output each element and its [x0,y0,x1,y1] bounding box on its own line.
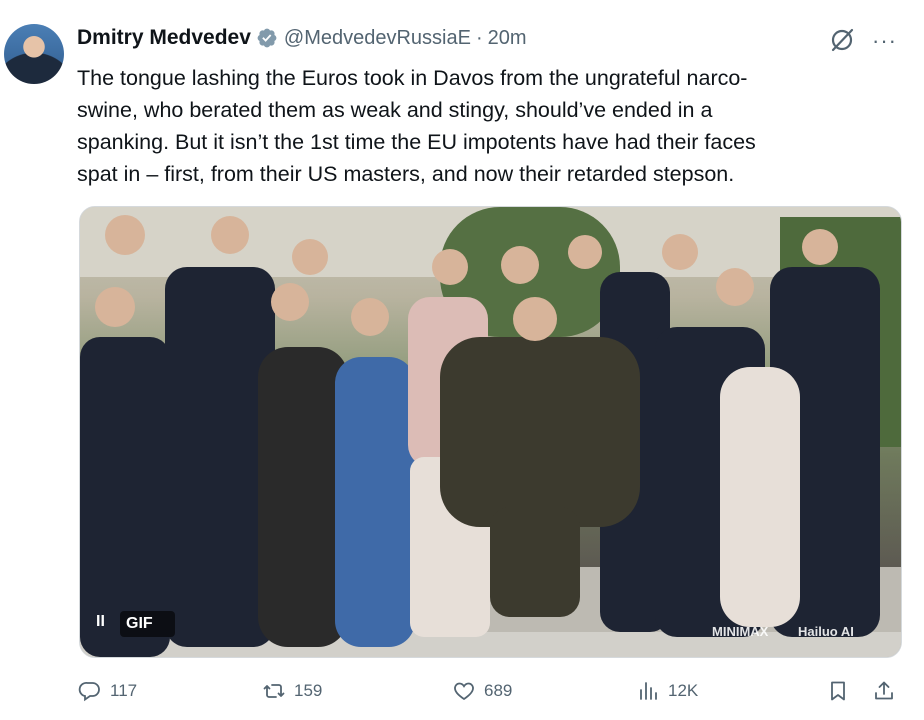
watermark-minimax: MINIMAX [712,624,769,639]
reply-icon [78,682,100,702]
bookmark-button[interactable] [826,679,858,703]
grok-icon[interactable] [829,27,855,53]
views-count: 12K [668,681,699,700]
pause-icon[interactable]: II [96,613,122,635]
action-bar: 117 159 689 12K [0,679,924,709]
reply-count: 117 [110,681,138,700]
verified-badge-icon [257,28,277,48]
like-count: 689 [484,681,513,700]
repost-button[interactable]: 159 [262,679,322,703]
author-handle[interactable]: @MedvedevRussiaE [284,27,471,50]
tweet-header: Dmitry Medvedev @MedvedevRussiaE · 20m [77,26,527,50]
author-name[interactable]: Dmitry Medvedev [77,26,251,50]
reply-button[interactable]: 117 [78,679,137,703]
like-button[interactable]: 689 [452,679,512,703]
repost-icon [263,684,285,698]
heart-icon [454,682,474,701]
views-chart-icon [640,682,657,700]
repost-count: 159 [294,681,323,700]
gif-badge: GIF [120,611,175,637]
more-options-icon[interactable]: ··· [872,28,897,54]
share-icon [875,681,893,700]
timestamp[interactable]: 20m [488,27,527,50]
separator-dot: · [475,26,483,49]
bookmark-icon [831,681,845,701]
media-scene [80,207,901,657]
views-button[interactable]: 12K [636,679,698,703]
media-gif[interactable]: II GIF MINIMAX Hailuo AI [79,206,902,658]
tweet-text: The tongue lashing the Euros took in Dav… [77,66,756,186]
share-button[interactable] [872,679,904,703]
avatar[interactable] [4,24,64,84]
watermark-hailuo: Hailuo AI [798,624,854,639]
